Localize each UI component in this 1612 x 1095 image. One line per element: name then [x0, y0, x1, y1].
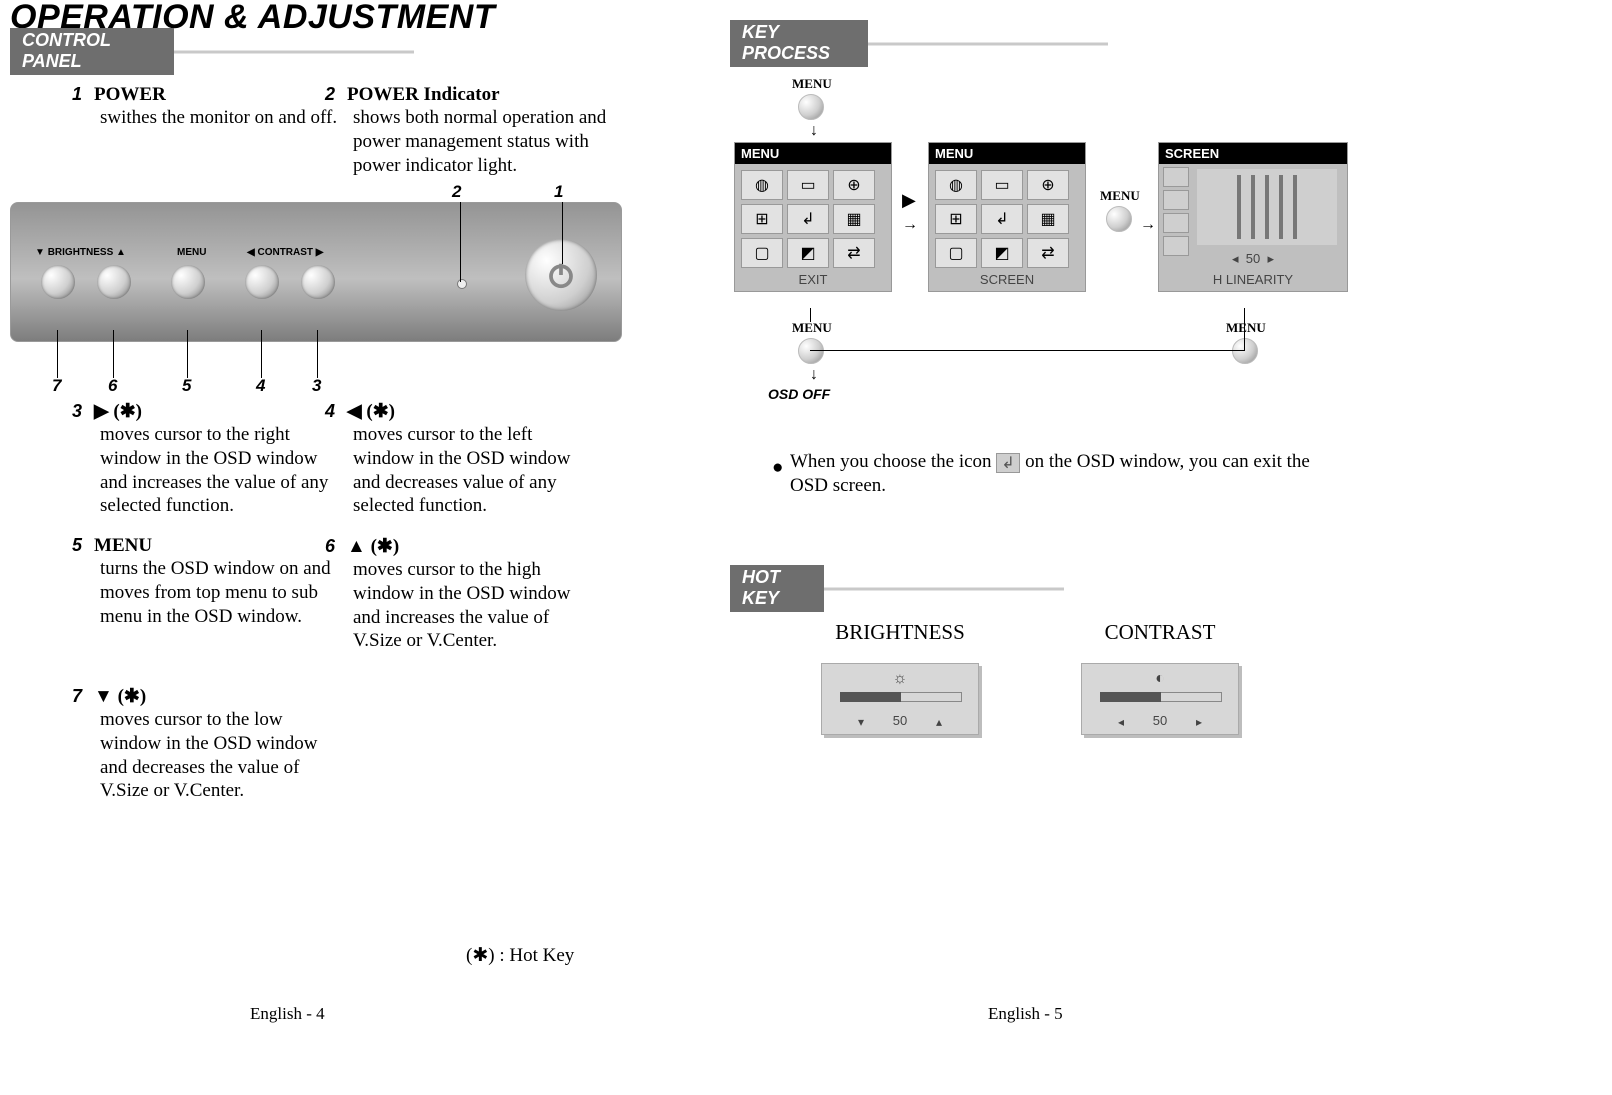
- kp-menu-label-4: MENU: [792, 320, 832, 336]
- callout-4: 4: [256, 376, 265, 396]
- callout-6: 6: [108, 376, 117, 396]
- callout-5: 5: [182, 376, 191, 396]
- enter-icon: [996, 453, 1020, 473]
- control-panel-figure: ▼ BRIGHTNESS ▲ MENU ◀ CONTRAST ▶: [10, 202, 622, 342]
- label-contrast: ◀ CONTRAST ▶: [247, 247, 324, 258]
- key-process-figure: MENU ↓ MENU ◍▭⊕⊞↲▦▢◩⇄ EXIT ▶ → MENU ◍▭⊕⊞…: [730, 60, 1370, 400]
- kp-menu-btn-1: [798, 94, 824, 120]
- kp-note: ● When you choose the icon on the OSD wi…: [790, 450, 1350, 498]
- page-num-right: English - 5: [988, 1004, 1063, 1024]
- button-right: [301, 265, 335, 299]
- hk-contrast-label: CONTRAST: [1050, 620, 1270, 645]
- sun-icon: ☼: [893, 670, 908, 688]
- kp-menu-label-2: MENU: [1100, 188, 1140, 204]
- hk-brightness-label: BRIGHTNESS: [790, 620, 1010, 645]
- kp-menu-btn-2: [1106, 206, 1132, 232]
- power-led: [457, 279, 467, 289]
- callout-3: 3: [312, 376, 321, 396]
- kp-menu-btn-4: [798, 338, 824, 364]
- hk-brightness-box: ☼ ▾ 50 ▴: [821, 663, 979, 735]
- hk-contrast-box: ◐ ◂ 50 ▸: [1081, 663, 1239, 735]
- label-brightness: ▼ BRIGHTNESS ▲: [35, 247, 126, 258]
- callout-7: 7: [52, 376, 61, 396]
- osd-menu-1: MENU ◍▭⊕⊞↲▦▢◩⇄ EXIT: [734, 142, 892, 292]
- osd-menu-2: MENU ◍▭⊕⊞↲▦▢◩⇄ SCREEN: [928, 142, 1086, 292]
- kp-menu-btn-3: [1232, 338, 1258, 364]
- arrow-icon: ▶: [902, 190, 916, 211]
- page-num-left: English - 4: [250, 1004, 325, 1024]
- button-down: [41, 265, 75, 299]
- bullet-icon: ●: [772, 456, 783, 480]
- label-menu: MENU: [177, 247, 206, 258]
- button-menu: [171, 265, 205, 299]
- def-7: 7▼ (✱) moves cursor to the low window in…: [72, 685, 692, 827]
- button-up: [97, 265, 131, 299]
- button-left: [245, 265, 279, 299]
- contrast-icon: ◐: [1155, 670, 1165, 688]
- osd-off-label: OSD OFF: [768, 386, 830, 402]
- section-control-panel: CONTROL PANEL: [10, 28, 174, 75]
- footnote-hotkey: (✱) : Hot Key: [466, 944, 574, 967]
- kp-menu-label-1: MENU: [792, 76, 832, 92]
- power-button: [525, 239, 597, 311]
- kp-menu-label-3: MENU: [1226, 320, 1266, 336]
- osd-screen: SCREEN ◂ 50 ▸ H LINEARITY: [1158, 142, 1348, 292]
- power-icon: [546, 260, 576, 290]
